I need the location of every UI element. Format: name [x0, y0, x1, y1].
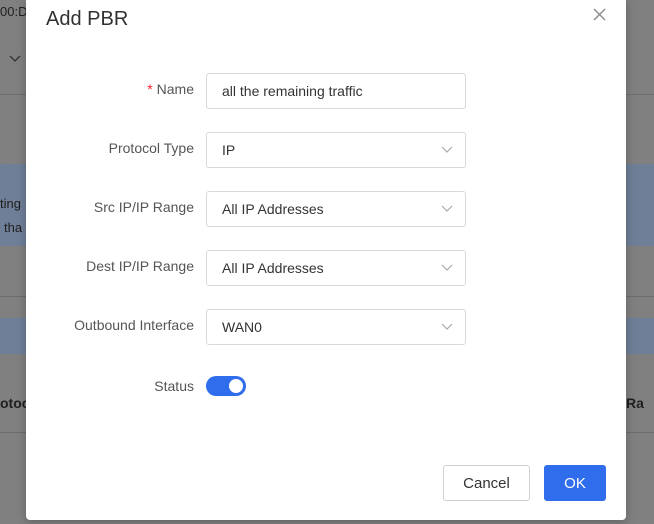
outbound-interface-label: Outbound Interface — [74, 317, 194, 333]
bg-mac-text: 00:D — [0, 4, 28, 19]
name-field — [206, 73, 466, 109]
name-label-text: Name — [156, 81, 194, 97]
toggle-knob — [229, 379, 243, 393]
name-row: * Name — [26, 73, 626, 109]
status-toggle[interactable] — [206, 376, 246, 396]
add-pbr-dialog: Add PBR *Name Protocol Type IP Src IP/IP… — [26, 0, 626, 520]
outbound-interface-value: WAN0 — [222, 319, 262, 335]
protocol-type-label: Protocol Type — [108, 140, 194, 156]
dest-ip-row: Dest IP/IP Range All IP Addresses — [26, 250, 626, 286]
dest-ip-label: Dest IP/IP Range — [86, 258, 194, 274]
chevron-down-icon — [441, 264, 453, 271]
required-mark: * — [147, 81, 153, 97]
bg-chevron-down-icon — [9, 55, 21, 62]
bg-banner-text-2: tha — [4, 220, 23, 235]
chevron-down-icon — [441, 323, 453, 330]
dest-ip-select[interactable]: All IP Addresses — [206, 250, 466, 286]
dialog-title: Add PBR — [46, 8, 129, 30]
name-input[interactable] — [207, 74, 442, 108]
src-ip-value: All IP Addresses — [222, 201, 324, 217]
src-ip-select[interactable]: All IP Addresses — [206, 191, 466, 227]
cancel-button[interactable]: Cancel — [443, 465, 530, 501]
protocol-type-select[interactable]: IP — [206, 132, 466, 168]
ok-button[interactable]: OK — [544, 465, 606, 501]
close-icon[interactable] — [592, 7, 608, 23]
dest-ip-value: All IP Addresses — [222, 260, 324, 276]
src-ip-row: Src IP/IP Range All IP Addresses — [26, 191, 626, 227]
outbound-interface-select[interactable]: WAN0 — [206, 309, 466, 345]
src-ip-label: Src IP/IP Range — [93, 199, 194, 215]
bg-banner-text-1: ting — [0, 196, 21, 211]
status-label: Status — [154, 378, 194, 394]
protocol-type-row: Protocol Type IP — [26, 132, 626, 168]
protocol-type-value: IP — [222, 142, 236, 158]
chevron-down-icon — [441, 146, 453, 153]
status-row: Status — [26, 370, 626, 406]
name-label: * Name — [147, 73, 194, 109]
outbound-interface-row: Outbound Interface WAN0 — [26, 309, 626, 345]
chevron-down-icon — [441, 205, 453, 212]
